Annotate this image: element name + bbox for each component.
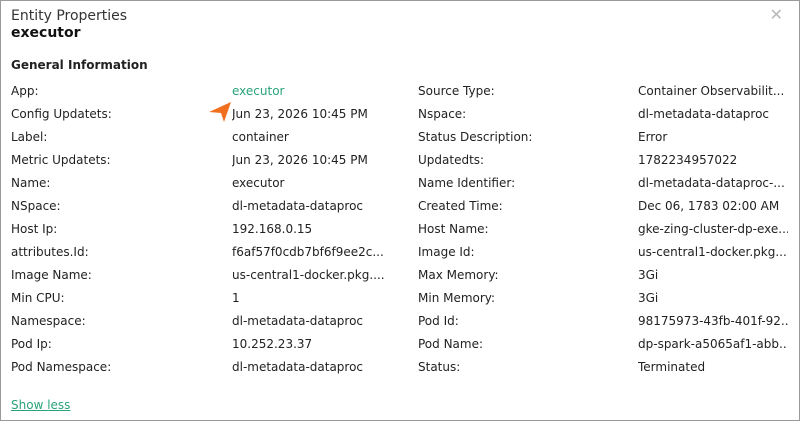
property-label: Config Updatets: [11,107,112,121]
property-row: Config Updatets: Jun 23, 2026 10:45 PM Nsp… [11,103,791,126]
property-row: Pod Ip: 10.252.23.37 Pod Name: dp-spark-a50… [11,333,791,356]
property-label: Name: [11,176,51,190]
property-row: Name: executor Name Identifier: dl-metadata… [11,172,791,195]
property-row: App: executor Source Type: Container Observ… [11,80,791,103]
property-value: dp-spark-a5065af1-abb... [638,337,788,351]
close-icon[interactable]: ✕ [770,7,783,23]
property-label: Pod Ip: [11,337,52,351]
property-value: Container Observabilit... [638,84,785,98]
property-row: Host Ip: 192.168.0.15 Host Name: gke-zing-c… [11,218,791,241]
entity-name: executor [11,25,81,41]
mouse-cursor-icon [209,102,231,122]
property-label: Host Name: [418,222,489,236]
property-value: 1 [232,291,240,305]
property-value: Dec 06, 1783 02:00 AM [638,199,780,213]
app-link[interactable]: executor [232,84,392,98]
property-label: Created Time: [418,199,503,213]
section-title-general-information: General Information [11,58,148,72]
property-value: executor [232,176,285,190]
property-label: Pod Name: [418,337,484,351]
property-value: dl-metadata-dataproc [232,360,364,374]
property-label: NSpace: [11,199,61,213]
property-value: 1782234957022 [638,153,738,167]
property-label: Image Id: [418,245,475,259]
property-value: 3Gi [638,268,659,282]
property-row: Namespace: dl-metadata-dataproc Pod Id: 981… [11,310,791,333]
property-value: 3Gi [638,291,659,305]
property-label: Namespace: [11,314,86,328]
property-label: attributes.Id: [11,245,89,259]
property-row: NSpace: dl-metadata-dataproc Created Time:… [11,195,791,218]
properties-grid: App: executor Source Type: Container Observ… [11,80,791,379]
property-value: Terminated [638,360,706,374]
property-value: 98175973-43fb-401f-92... [638,314,788,328]
property-value: 10.252.23.37 [232,337,313,351]
property-value: gke-zing-cluster-dp-exe... [638,222,788,236]
property-value: dl-metadata-dataproc [232,199,364,213]
property-label: Status: [418,360,461,374]
property-label: Image Name: [11,268,92,282]
property-label: App: [11,84,39,98]
property-value: Jun 23, 2026 10:45 PM [232,107,368,121]
property-label: Source Type: [418,84,495,98]
property-row: Metric Updatets: Jun 23, 2026 10:45 PM Upd… [11,149,791,172]
property-value: us-central1-docker.pkg.... [638,245,788,259]
property-row: attributes.Id: f6af57f0cdb7bf6f9ee2c... Im… [11,241,791,264]
property-label: Label: [11,130,48,144]
property-label: Min CPU: [11,291,65,305]
property-value: f6af57f0cdb7bf6f9ee2c... [232,245,384,259]
property-value: dl-metadata-dataproc [232,314,364,328]
property-value: Error [638,130,668,144]
property-label: Pod Id: [418,314,459,328]
property-label: Max Memory: [418,268,499,282]
property-row: Label: container Status Description: Error [11,126,791,149]
property-value: us-central1-docker.pkg.... [232,268,385,282]
property-value: container [232,130,289,144]
show-less-link[interactable]: Show less [11,398,70,412]
property-label: Pod Namespace: [11,360,112,374]
property-label: Min Memory: [418,291,496,305]
entity-properties-dialog: Entity Properties executor ✕ General Inf… [0,0,800,421]
property-row: Min CPU: 1 Min Memory: 3Gi [11,287,791,310]
property-label: Updatedts: [418,153,485,167]
dialog-title: Entity Properties [11,8,128,24]
property-value: Jun 23, 2026 10:45 PM [232,153,368,167]
property-row: Pod Namespace: dl-metadata-dataproc Status… [11,356,791,379]
property-value: dl-metadata-dataproc [638,107,770,121]
property-value: 192.168.0.15 [232,222,313,236]
property-label: Host Ip: [11,222,58,236]
property-value: dl-metadata-dataproc-... [638,176,785,190]
property-row: Image Name: us-central1-docker.pkg.... Max… [11,264,791,287]
property-label: Name Identifier: [418,176,516,190]
property-label: Metric Updatets: [11,153,111,167]
property-label: Nspace: [418,107,467,121]
property-label: Status Description: [418,130,533,144]
